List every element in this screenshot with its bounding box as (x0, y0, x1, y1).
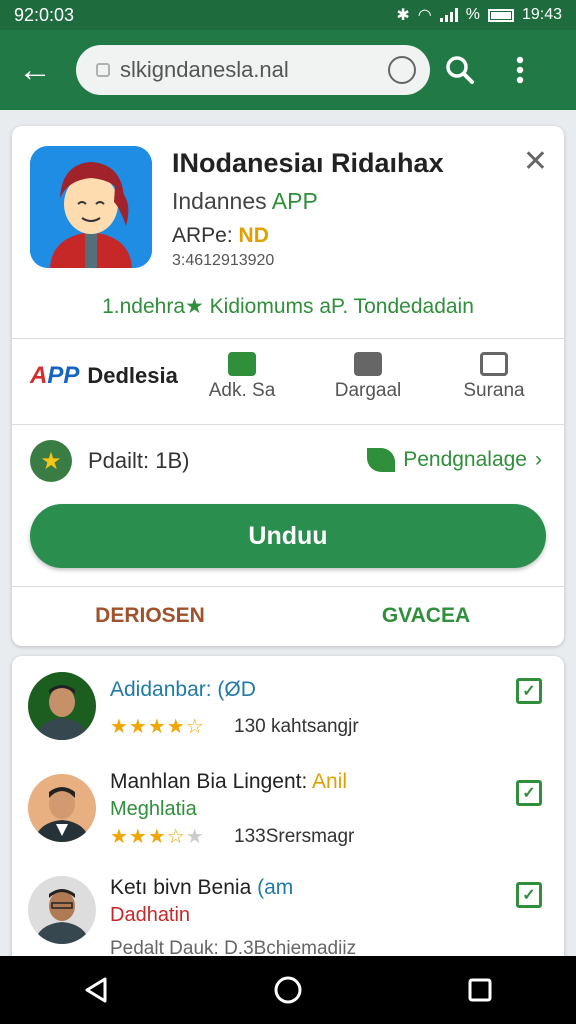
status-bar: 92:0:03 ✱ ◠ % 19:43 (0, 0, 576, 30)
more-vert-icon[interactable] (490, 30, 550, 110)
nav-back-icon[interactable] (66, 960, 126, 1020)
reviewer-name-text: Manhlan Bia Lingent: (110, 770, 308, 793)
tabs: DERIOSEN GVACEA (12, 586, 564, 646)
avatar (28, 876, 96, 944)
review-count: 133Srersmagr (234, 826, 355, 847)
lock-icon (96, 63, 110, 77)
reviewer-name: Ketı bivn Benia (am (110, 876, 293, 900)
language-link[interactable]: Pendgnalage › (367, 448, 542, 472)
address-bar[interactable]: slkigndanesla.nal (76, 45, 430, 95)
action-label: Dargaal (334, 380, 402, 401)
reviewer-name: Adidanbar: (ØD (110, 678, 256, 701)
language-label: Pendgnalage (403, 448, 527, 471)
app-title: INodanesiaı Ridaıhax (172, 148, 444, 178)
check-icon[interactable]: ✓ (516, 678, 542, 704)
app-code: 3:4612913920 (172, 252, 275, 269)
check-icon[interactable]: ✓ (516, 780, 542, 806)
brand: APP Dedlesia (30, 362, 178, 390)
developer-tag: APP (271, 188, 318, 214)
tab-first[interactable]: DERIOSEN (12, 586, 288, 646)
age-label: ARPe: (172, 224, 233, 247)
url-text: slkigndanesla.nal (120, 57, 289, 82)
signal-icon (439, 8, 458, 22)
divider (12, 338, 564, 339)
wifi-icon: ◠ (417, 7, 432, 24)
review-item[interactable]: Adidanbar: (ØD ★★★★☆ 130 kahtsangjr ✓ (12, 670, 564, 774)
reviewer-sub: Meghlatia (110, 798, 197, 820)
review-item[interactable]: Manhlan Bia Lingent: Anil Meghlatia ★★★☆… (12, 770, 564, 874)
leaf-icon (367, 448, 396, 472)
actions-row: APP Dedlesia Adk. Sa Dargaal Surana (12, 340, 564, 424)
review-count: 130 kahtsangjr (234, 716, 359, 737)
app-age-rating: ARPe: ND (172, 224, 269, 248)
chat-icon (354, 352, 382, 376)
action-item-3[interactable]: Surana (444, 352, 544, 402)
device-icon (480, 352, 508, 376)
battery-percent: % (465, 6, 480, 23)
bluetooth-icon: ✱ (396, 7, 410, 24)
action-item-1[interactable]: Adk. Sa (192, 352, 292, 402)
account-icon[interactable] (388, 56, 416, 84)
action-item-2[interactable]: Dargaal (318, 352, 418, 402)
action-label: Surana (463, 380, 525, 401)
rating-badge-icon: ★ (30, 440, 72, 482)
divider (12, 424, 564, 425)
back-arrow-icon[interactable]: ← (0, 30, 70, 110)
battery-icon (487, 8, 514, 22)
nav-home-icon[interactable] (258, 960, 318, 1020)
reviewer-name: Manhlan Bia Lingent: Anil (110, 770, 347, 794)
message-icon (228, 352, 256, 376)
system-nav-bar (0, 956, 576, 1024)
app-developer: Indannes APP (172, 188, 318, 215)
star-rating: ★★★☆★ (110, 826, 205, 848)
status-icons: ✱ ◠ % 19:43 (396, 5, 562, 25)
nav-recents-icon[interactable] (450, 960, 510, 1020)
reviewer-name-text: Ketı bivn Benia (110, 876, 252, 899)
search-icon[interactable] (430, 30, 490, 110)
action-label: Adk. Sa (208, 380, 276, 401)
tab-second[interactable]: GVACEA (288, 586, 564, 646)
reviewer-tag: Anil (312, 770, 348, 793)
check-icon[interactable]: ✓ (516, 882, 542, 908)
info-row: ★ Pdailt: 1B) Pendgnalage › (12, 426, 564, 498)
app-detail-card: INodanesiaı Ridaıhax ✕ Indannes APP ARPe… (12, 126, 564, 646)
brand-logo: APP (30, 362, 80, 389)
star-rating: ★★★★☆ (110, 716, 205, 738)
rating-text: Pdailt: 1B) (88, 448, 190, 473)
reviews-list: Adidanbar: (ØD ★★★★☆ 130 kahtsangjr ✓ Ma… (12, 656, 564, 976)
chevron-right-icon: › (535, 448, 542, 471)
browser-toolbar: ← slkigndanesla.nal (0, 30, 576, 110)
install-button[interactable]: Unduu (30, 504, 546, 568)
avatar (28, 774, 96, 842)
age-value: ND (238, 224, 269, 247)
status-time-right: 19:43 (521, 6, 562, 23)
brand-name: Dedlesia (87, 363, 178, 388)
app-tagline: 1.ndehra★ Kidiomums aP. Tondedadain (102, 295, 474, 318)
reviewer-tag: (am (257, 876, 294, 899)
app-icon (30, 146, 152, 268)
reviewer-sub: Dadhatin (110, 904, 191, 926)
developer-name: Indannes (172, 188, 267, 214)
avatar (28, 672, 96, 740)
status-time-left: 92:0:03 (14, 4, 75, 25)
close-icon[interactable]: ✕ (523, 144, 548, 179)
